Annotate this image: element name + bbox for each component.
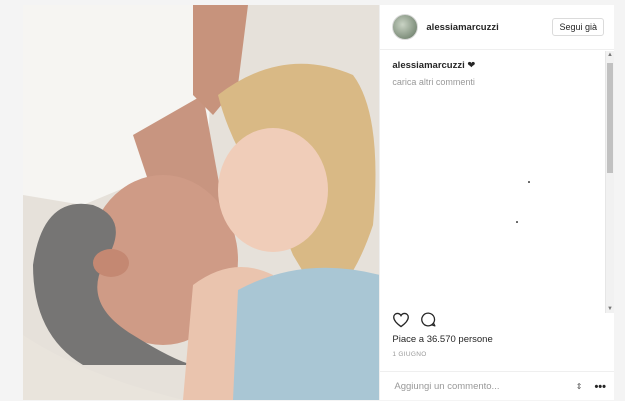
stray-dot (528, 181, 530, 183)
likes-count[interactable]: Piace a 36.570 persone (392, 334, 492, 345)
scroll-thumb[interactable] (607, 63, 613, 173)
post-image (23, 5, 380, 400)
username-link[interactable]: alessiamarcuzzi (426, 22, 552, 33)
stray-dot (516, 221, 518, 223)
resize-stepper-icon[interactable]: ⇕ (576, 382, 583, 391)
comments-scrollbar[interactable]: ▲ ▼ (605, 51, 614, 313)
comments-section: alessiamarcuzzi ❤ carica altri commenti (380, 50, 614, 87)
load-more-comments-link[interactable]: carica altri commenti (392, 77, 602, 87)
post-header: alessiamarcuzzi Segui già (380, 5, 614, 50)
heart-icon[interactable] (392, 312, 410, 333)
scroll-up-icon[interactable]: ▲ (606, 51, 614, 59)
avatar[interactable] (392, 14, 419, 40)
scroll-down-icon[interactable]: ▼ (606, 305, 614, 313)
post-side-panel: alessiamarcuzzi Segui già alessiamarcuzz… (379, 5, 614, 400)
post-modal: alessiamarcuzzi Segui già alessiamarcuzz… (23, 5, 614, 400)
comment-input[interactable] (392, 380, 576, 393)
add-comment-bar: ⇕ ••• (380, 371, 614, 401)
caption: alessiamarcuzzi ❤ (392, 60, 602, 71)
more-options-icon[interactable]: ••• (594, 381, 606, 393)
following-button[interactable]: Segui già (552, 18, 604, 36)
post-actions (392, 311, 437, 333)
comment-icon[interactable] (420, 311, 437, 333)
caption-username[interactable]: alessiamarcuzzi (392, 60, 464, 71)
caption-text: ❤ (467, 60, 476, 71)
post-photo[interactable] (23, 5, 380, 400)
post-date[interactable]: 1 GIUGNO (392, 351, 426, 358)
